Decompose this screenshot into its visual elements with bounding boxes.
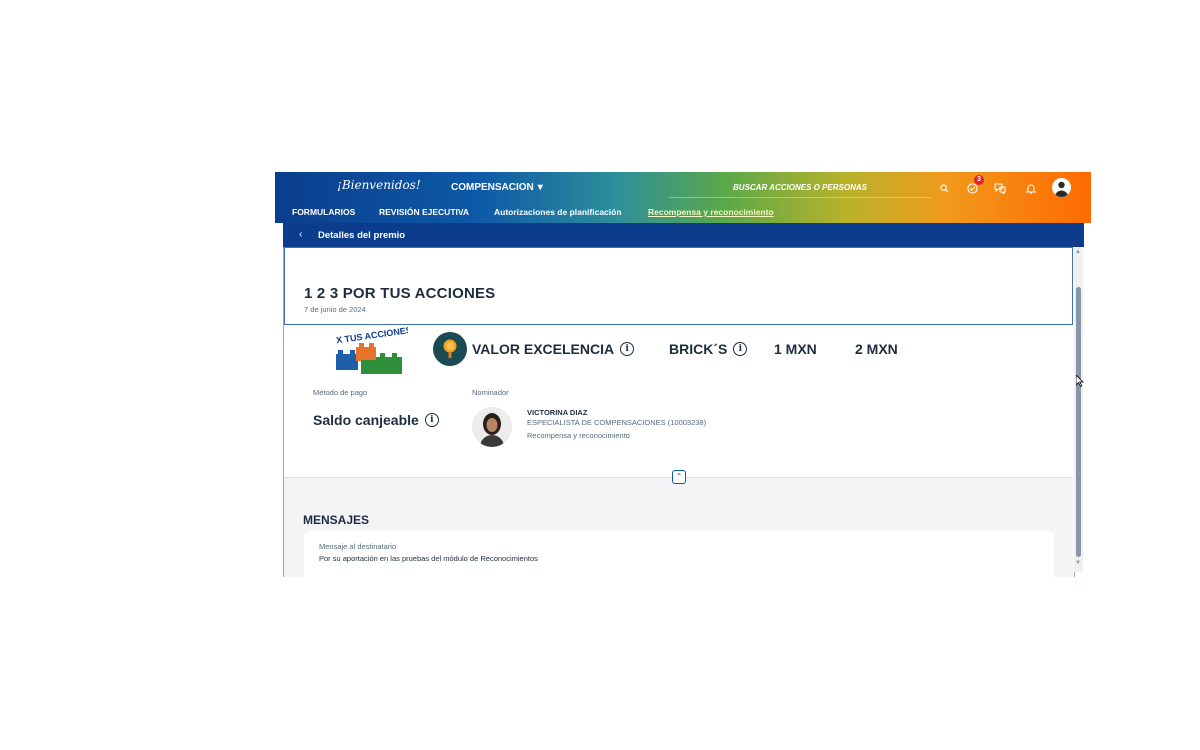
- value-excelencia: VALOR EXCELENCIA i: [472, 341, 635, 357]
- messages-title: MENSAJES: [303, 513, 370, 527]
- currency-label: BRICK´S: [669, 341, 728, 357]
- info-icon[interactable]: i: [620, 342, 635, 356]
- user-avatar[interactable]: [1052, 178, 1071, 197]
- nominator-avatar[interactable]: [472, 407, 512, 447]
- nav-item-revision-ejecutiva[interactable]: REVISIÓN EJECUTIVA: [379, 207, 469, 217]
- top-header: ¡Bienvenidos! COMPENSACION ▾ BUSCAR ACCI…: [275, 172, 1091, 223]
- award-image-lettering: X TUS ACCIONES: [335, 327, 408, 345]
- scroll-down-icon[interactable]: ▼: [1075, 560, 1081, 566]
- message-label: Mensaje al destinatario: [319, 542, 397, 551]
- detail-subheader: ‹ Detalles del premio: [283, 223, 1084, 247]
- notification-badge: 3: [974, 175, 984, 185]
- message-text: Por su aportación en las pruebas del mód…: [319, 554, 538, 563]
- scrollbar-thumb[interactable]: [1076, 287, 1081, 557]
- nominator-department: Recompensa y reconocimiento: [527, 431, 630, 440]
- payment-method-label: Método de pago: [313, 388, 368, 397]
- messages-section: MENSAJES Mensaje al destinatario Por su …: [284, 477, 1073, 577]
- nav-item-recompensa-active[interactable]: Recompensa y reconocimiento: [648, 207, 774, 217]
- amount-2: 2 MXN: [855, 341, 898, 357]
- search-icon[interactable]: [936, 180, 952, 196]
- value-label: VALOR EXCELENCIA: [472, 341, 615, 357]
- nominator-name: VICTORINA DIAZ: [527, 408, 588, 417]
- mouse-cursor-icon: [1075, 374, 1084, 388]
- value-medal-icon: [433, 332, 467, 366]
- nominator-label: Nominador: [472, 388, 509, 397]
- back-chevron-icon[interactable]: ‹: [299, 229, 302, 240]
- award-title: 1 2 3 POR TUS ACCIONES: [304, 285, 496, 302]
- award-image: X TUS ACCIONES: [328, 325, 412, 379]
- nav-item-autorizaciones[interactable]: Autorizaciones de planificación: [494, 207, 622, 217]
- info-icon[interactable]: i: [424, 413, 439, 427]
- amount-1: 1 MXN: [774, 341, 817, 357]
- payment-method: Saldo canjeable i: [313, 412, 439, 428]
- nav-item-formularios[interactable]: FORMULARIOS: [292, 207, 355, 217]
- nominator-role: ESPECIALISTA DE COMPENSACIONES (10003238…: [527, 418, 707, 427]
- module-label: COMPENSACION: [451, 182, 534, 193]
- logo[interactable]: ¡Bienvenidos!: [337, 178, 421, 192]
- module-dropdown[interactable]: COMPENSACION ▾: [451, 182, 543, 193]
- app-window: ¡Bienvenidos! COMPENSACION ▾ BUSCAR ACCI…: [275, 172, 1091, 577]
- chevron-down-icon: ▾: [537, 182, 543, 193]
- chat-help-icon[interactable]: [992, 180, 1008, 196]
- search-input[interactable]: BUSCAR ACCIONES O PERSONAS: [669, 178, 931, 198]
- award-date: 7 de junio de 2024: [304, 305, 366, 314]
- currency-bricks: BRICK´S i: [669, 341, 748, 357]
- scroll-up-icon[interactable]: ▲: [1075, 249, 1081, 255]
- detail-title: Detalles del premio: [318, 230, 406, 241]
- collapse-chevron-up-icon[interactable]: ⌃: [672, 470, 686, 484]
- award-content: 1 2 3 POR TUS ACCIONES 7 de junio de 202…: [283, 247, 1075, 577]
- payment-method-value: Saldo canjeable: [313, 412, 419, 428]
- bell-icon[interactable]: [1023, 180, 1039, 196]
- info-icon[interactable]: i: [733, 342, 748, 356]
- message-card: Mensaje al destinatario Por su aportació…: [304, 531, 1054, 577]
- scrollbar[interactable]: ▲ ▼: [1074, 247, 1083, 572]
- award-header-card: 1 2 3 POR TUS ACCIONES 7 de junio de 202…: [284, 247, 1073, 325]
